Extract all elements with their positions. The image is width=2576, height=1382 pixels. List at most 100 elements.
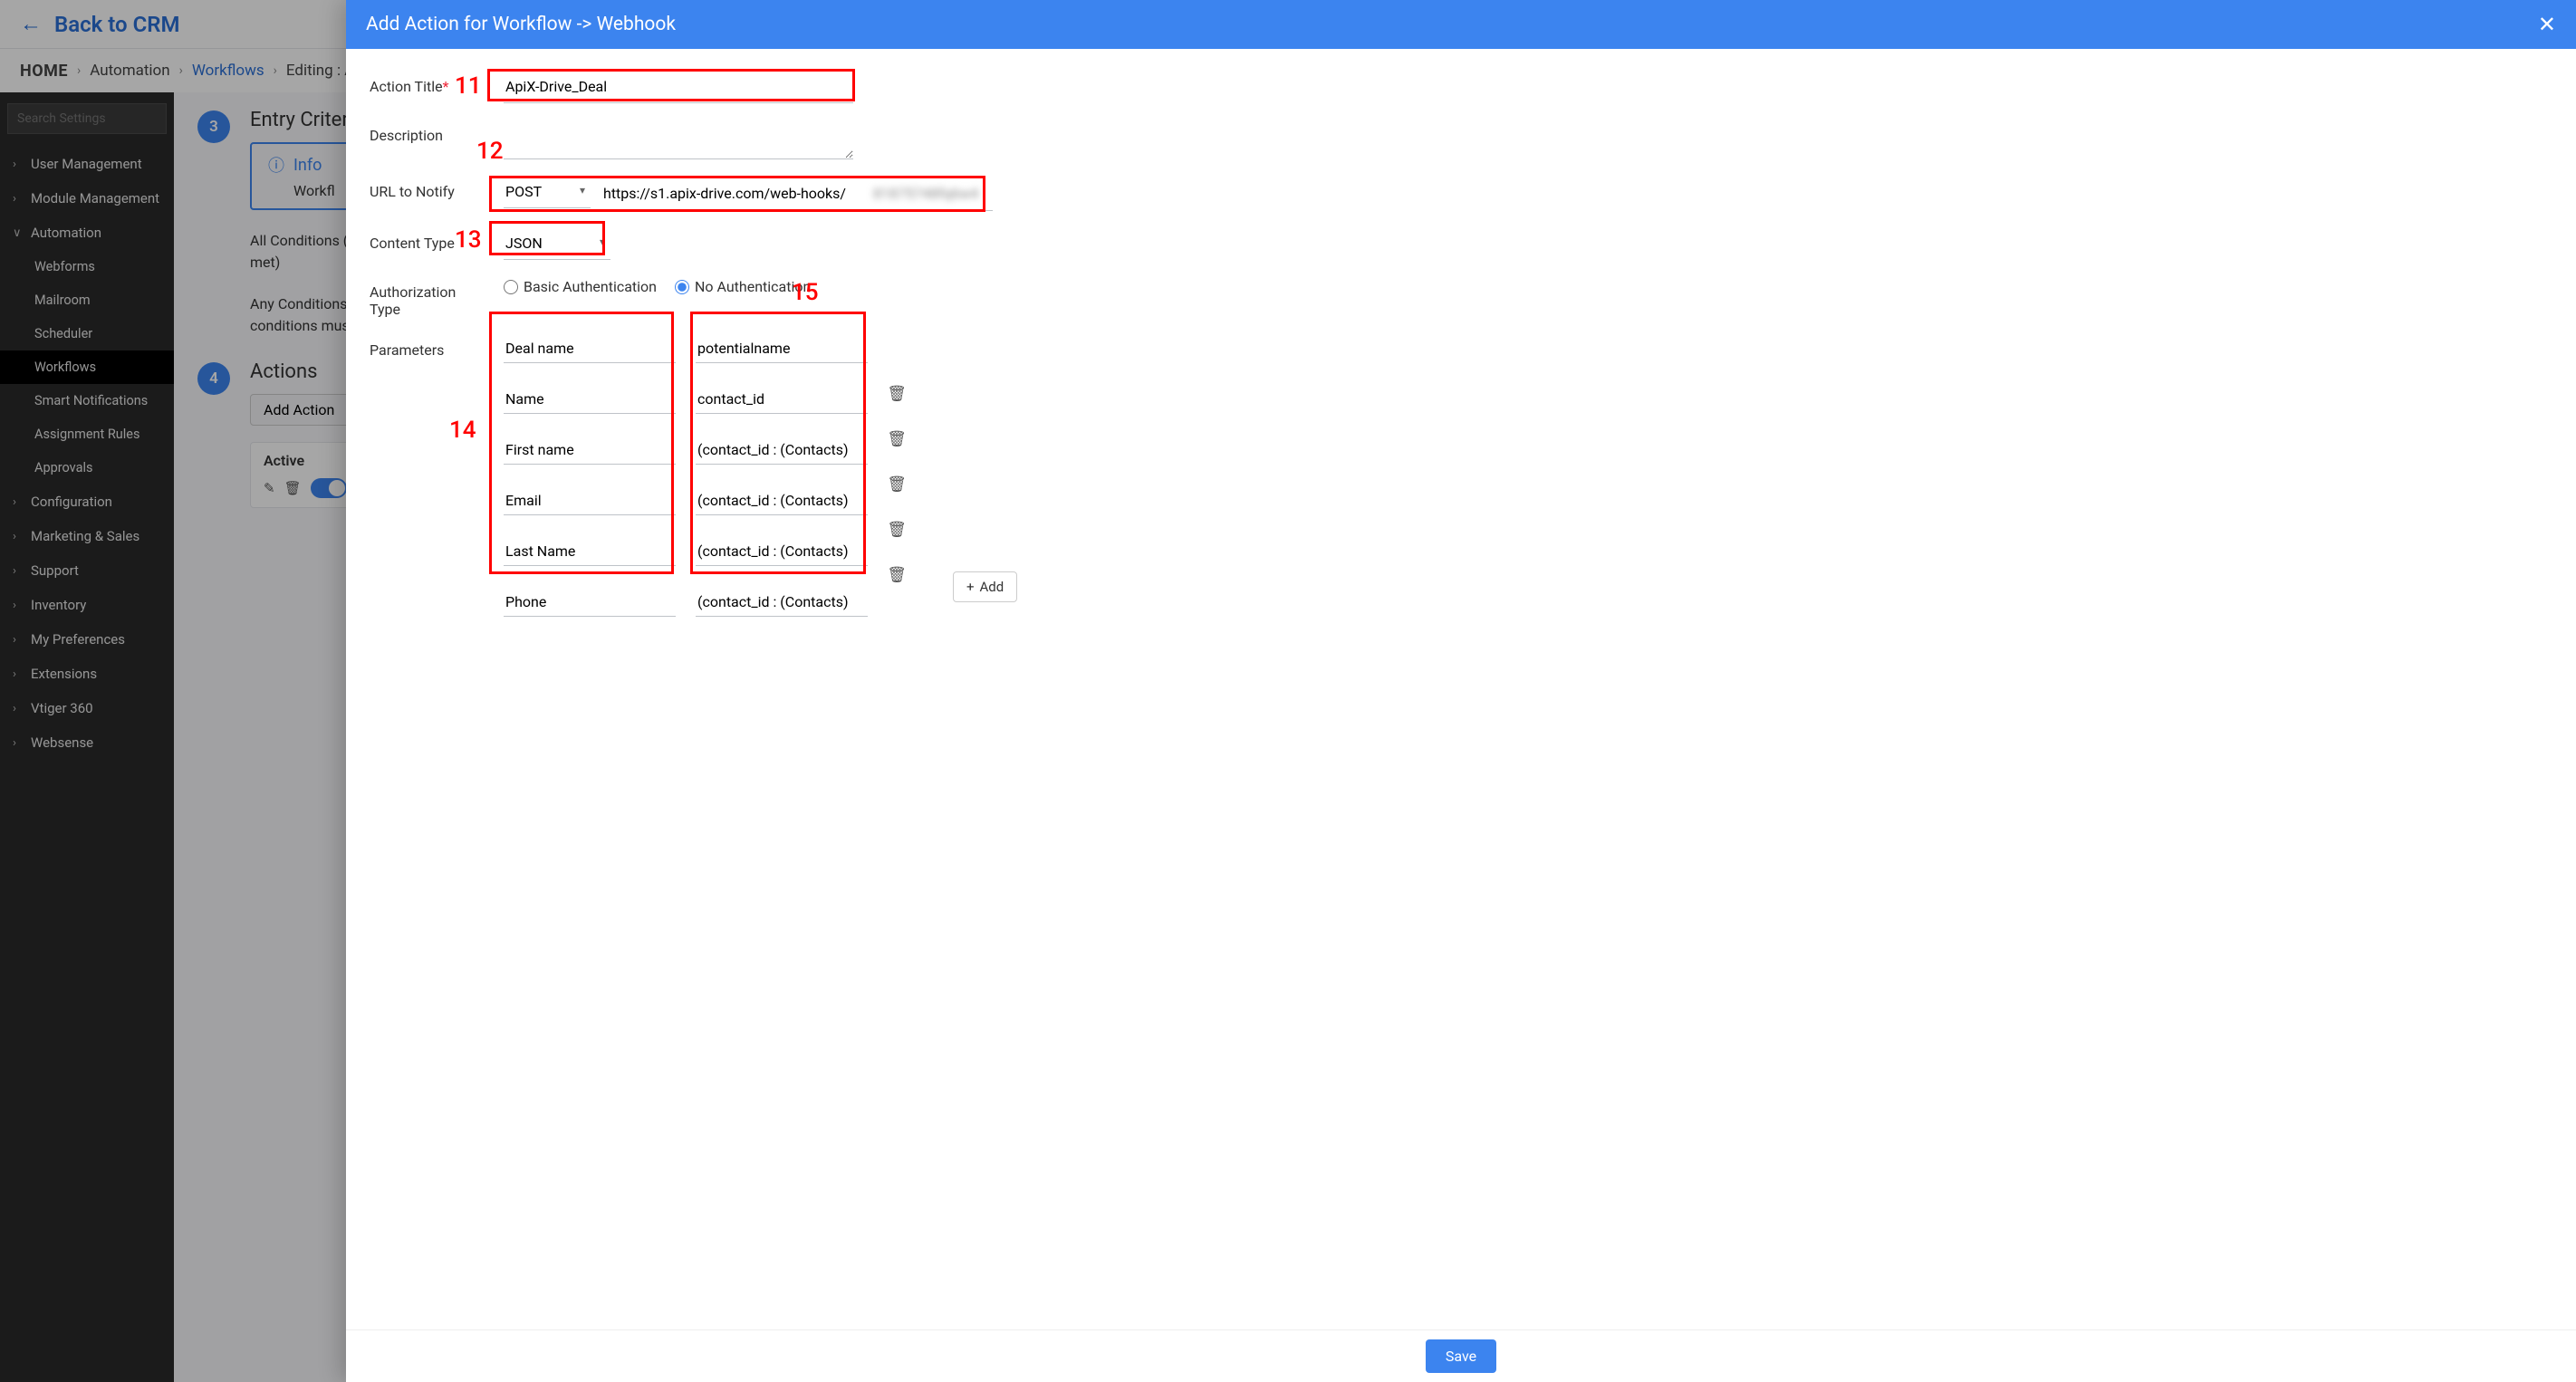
param-value-input[interactable] [696, 488, 868, 515]
sidebar-item-approvals[interactable]: Approvals [0, 451, 174, 485]
auth-basic-radio-label[interactable]: Basic Authentication [504, 278, 657, 295]
sidebar-item-label: User Management [31, 156, 142, 172]
param-delete-button[interactable]: 🗑 [888, 474, 906, 495]
param-name-input[interactable] [504, 437, 676, 465]
sidebar-item-configuration[interactable]: › Configuration [0, 485, 174, 519]
sidebar-item-module-management[interactable]: › Module Management [0, 181, 174, 216]
sidebar-item-smart-notifications[interactable]: Smart Notifications [0, 384, 174, 417]
chevron-right-icon: › [13, 564, 22, 578]
param-value-input[interactable] [696, 590, 868, 617]
sidebar-item-label: Configuration [31, 494, 112, 510]
param-name-input[interactable] [504, 590, 676, 617]
chevron-right-icon: › [13, 702, 22, 715]
sidebar-item-label: Extensions [31, 666, 97, 682]
action-title-input[interactable] [504, 72, 853, 103]
parameters-label: Parameters [370, 336, 485, 359]
sidebar-item-label: Support [31, 562, 79, 579]
chevron-right-icon: › [13, 495, 22, 509]
auth-basic-radio[interactable] [504, 280, 518, 294]
chevron-right-icon: › [13, 736, 22, 750]
chevron-right-icon: › [13, 530, 22, 543]
sidebar-item-label: Inventory [31, 597, 86, 613]
action-title-row: Action Title* [370, 72, 2545, 103]
active-toggle[interactable] [311, 478, 347, 498]
plus-icon: + [966, 579, 975, 595]
sidebar-item-mailroom[interactable]: Mailroom [0, 283, 174, 317]
sidebar-item-inventory[interactable]: ›Inventory [0, 588, 174, 622]
sidebar-item-label: Mailroom [34, 293, 91, 308]
breadcrumb-home[interactable]: HOME [20, 62, 68, 81]
description-row: Description [370, 121, 2545, 159]
sidebar-item-extensions[interactable]: ›Extensions [0, 657, 174, 691]
param-delete-button[interactable]: 🗑 [888, 428, 906, 450]
param-value-input[interactable] [696, 336, 868, 363]
sidebar-item-label: Approvals [34, 460, 93, 475]
sidebar-item-label: Automation [31, 225, 101, 241]
auth-none-radio[interactable] [675, 280, 689, 294]
back-to-crm-link[interactable]: Back to CRM [54, 12, 180, 37]
auth-type-label: Authorization Type [370, 278, 485, 318]
add-button-label: Add [980, 579, 1004, 595]
sidebar-item-user-management[interactable]: › User Management [0, 147, 174, 181]
sidebar-item-label: Workflows [34, 360, 96, 375]
sidebar-item-label: Smart Notifications [34, 393, 148, 408]
breadcrumb-sep-icon: › [77, 63, 81, 78]
param-name-input[interactable] [504, 488, 676, 515]
http-method-select[interactable]: POST [504, 178, 591, 208]
action-title-label: Action Title* [370, 72, 485, 95]
param-name-input[interactable] [504, 336, 676, 363]
auth-type-row: Authorization Type Basic Authentication … [370, 278, 2545, 318]
url-notify-row: URL to Notify POST 81875748fq6w4 [370, 178, 2545, 211]
param-name-input[interactable] [504, 387, 676, 414]
content-type-row: Content Type JSON [370, 229, 2545, 260]
param-name-input[interactable] [504, 539, 676, 566]
sidebar-item-support[interactable]: › Support [0, 553, 174, 588]
back-arrow-icon[interactable]: ← [20, 11, 42, 37]
url-input[interactable] [601, 179, 873, 207]
breadcrumb-item[interactable]: Automation [90, 62, 169, 80]
auth-radio-group: Basic Authentication No Authentication [504, 278, 811, 295]
sidebar-item-label: Webforms [34, 259, 95, 274]
sidebar-item-scheduler[interactable]: Scheduler [0, 317, 174, 350]
trash-icon[interactable]: 🗑 [284, 480, 302, 496]
sidebar: › User Management › Module Management ∨Aut… [0, 92, 174, 1382]
save-button[interactable]: Save [1426, 1339, 1496, 1373]
sidebar-item-label: Module Management [31, 190, 159, 206]
step-badge-4: 4 [197, 362, 230, 395]
content-type-select[interactable]: JSON [504, 229, 610, 260]
sidebar-search-input[interactable] [7, 103, 167, 134]
sidebar-item-automation[interactable]: ∨Automation [0, 216, 174, 250]
sidebar-item-vtiger-360[interactable]: › Vtiger 360 [0, 691, 174, 725]
sidebar-item-websense[interactable]: ›Websense [0, 725, 174, 760]
sidebar-item-label: Scheduler [34, 326, 92, 341]
url-notify-label: URL to Notify [370, 178, 485, 200]
param-delete-button[interactable]: 🗑 [888, 564, 906, 586]
sidebar-item-assignment-rules[interactable]: Assignment Rules [0, 417, 174, 451]
auth-none-label: No Authentication [695, 278, 811, 295]
breadcrumb-item[interactable]: Workflows [192, 62, 264, 80]
sidebar-item-workflows[interactable]: Workflows [0, 350, 174, 384]
breadcrumb-sep-icon: › [179, 63, 183, 78]
chevron-right-icon: › [13, 158, 22, 171]
sidebar-item-my-preferences[interactable]: ›My Preferences [0, 622, 174, 657]
modal-close-button[interactable]: ✕ [2538, 12, 2556, 37]
param-value-input[interactable] [696, 539, 868, 566]
sidebar-item-webforms[interactable]: Webforms [0, 250, 174, 283]
chevron-right-icon: › [13, 192, 22, 206]
param-delete-button[interactable]: 🗑 [888, 519, 906, 541]
param-names-col [504, 336, 676, 617]
description-textarea[interactable] [504, 121, 853, 159]
add-parameter-button[interactable]: + Add [953, 571, 1017, 602]
step-badge-3: 3 [197, 110, 230, 143]
sidebar-item-label: Vtiger 360 [31, 700, 93, 716]
webhook-action-modal: Add Action for Workflow -> Webhook ✕ Act… [346, 0, 2576, 1382]
param-delete-button[interactable]: 🗑 [888, 383, 906, 405]
param-value-input[interactable] [696, 437, 868, 465]
auth-none-radio-label[interactable]: No Authentication [675, 278, 811, 295]
auth-basic-label: Basic Authentication [524, 278, 657, 295]
info-icon: ⓘ [268, 153, 284, 177]
sidebar-item-marketing-sales[interactable]: ›Marketing & Sales [0, 519, 174, 553]
param-value-input[interactable] [696, 387, 868, 414]
edit-icon[interactable]: ✎ [264, 480, 275, 496]
content-type-select-wrap: JSON [504, 229, 610, 260]
